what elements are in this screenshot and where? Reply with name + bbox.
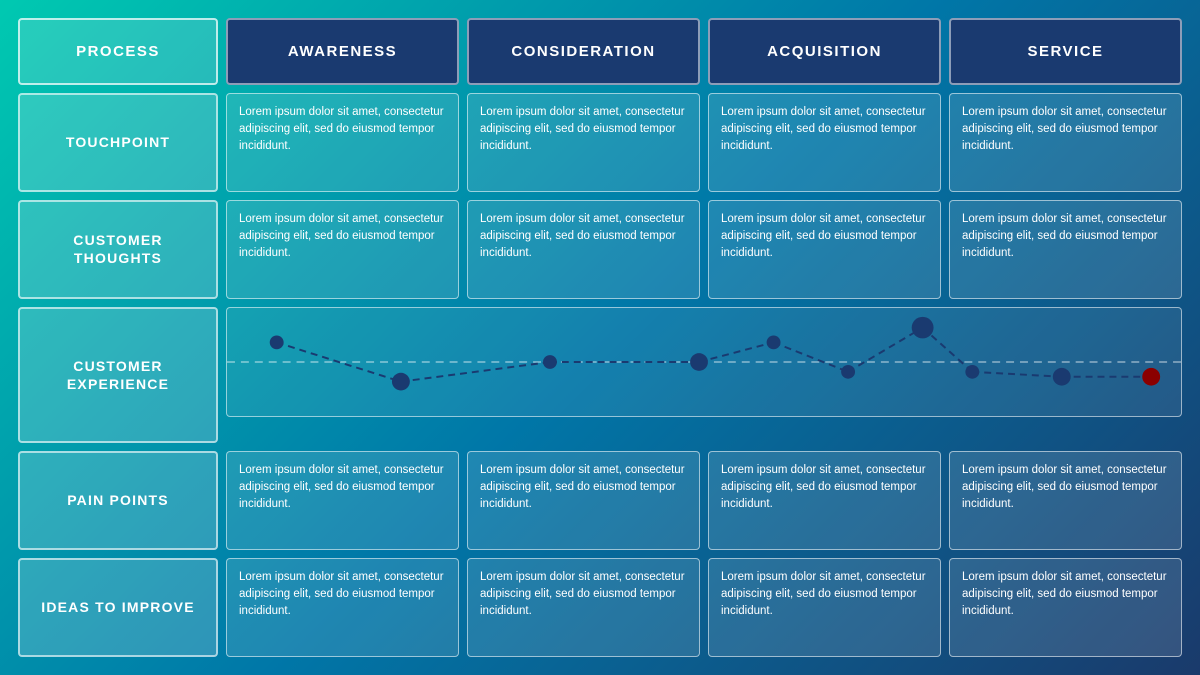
acquisition-header: ACQUISITION [708,18,941,85]
process-header: PROCESS [18,18,218,85]
chart-dot [1053,368,1071,386]
thoughts-awareness: Lorem ipsum dolor sit amet, consectetur … [226,200,459,299]
pain-service: Lorem ipsum dolor sit amet, consectetur … [949,451,1182,550]
touchpoint-service: Lorem ipsum dolor sit amet, consectetur … [949,93,1182,192]
ideas-acquisition: Lorem ipsum dolor sit amet, consectetur … [708,558,941,657]
customer-experience-chart [226,307,1182,417]
service-header: SERVICE [949,18,1182,85]
ideas-label: IDEAS TO IMPROVE [18,558,218,657]
touchpoint-label: TOUCHPOINT [18,93,218,192]
awareness-header: AWARENESS [226,18,459,85]
chart-dot [690,353,708,371]
chart-dot [543,355,557,369]
chart-dot [767,335,781,349]
touchpoint-consideration: Lorem ipsum dolor sit amet, consectetur … [467,93,700,192]
consideration-header: CONSIDERATION [467,18,700,85]
touchpoint-awareness: Lorem ipsum dolor sit amet, consectetur … [226,93,459,192]
ideas-service: Lorem ipsum dolor sit amet, consectetur … [949,558,1182,657]
pain-awareness: Lorem ipsum dolor sit amet, consectetur … [226,451,459,550]
chart-dot [965,365,979,379]
thoughts-service: Lorem ipsum dolor sit amet, consectetur … [949,200,1182,299]
chart-dot [270,335,284,349]
chart-dot [912,317,934,339]
pain-consideration: Lorem ipsum dolor sit amet, consectetur … [467,451,700,550]
pain-acquisition: Lorem ipsum dolor sit amet, consectetur … [708,451,941,550]
chart-dot-end [1142,368,1160,386]
experience-svg [227,308,1181,416]
ideas-consideration: Lorem ipsum dolor sit amet, consectetur … [467,558,700,657]
chart-dot [841,365,855,379]
customer-thoughts-label: CUSTOMER THOUGHTS [18,200,218,299]
pain-points-label: PAIN POINTS [18,451,218,550]
thoughts-consideration: Lorem ipsum dolor sit amet, consectetur … [467,200,700,299]
ideas-awareness: Lorem ipsum dolor sit amet, consectetur … [226,558,459,657]
thoughts-acquisition: Lorem ipsum dolor sit amet, consectetur … [708,200,941,299]
chart-dot [392,373,410,391]
touchpoint-acquisition: Lorem ipsum dolor sit amet, consectetur … [708,93,941,192]
customer-experience-label: CUSTOMER EXPERIENCE [18,307,218,443]
